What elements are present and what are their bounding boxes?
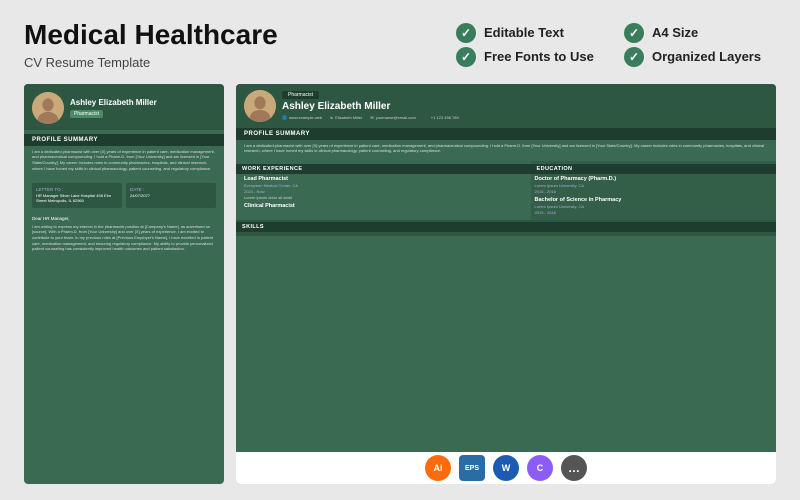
profile-text: I am a dedicated pharmacist with over [X…	[32, 149, 216, 171]
resume-left-preview: Ashley Elizabeth Miller Pharmacist PROFI…	[24, 84, 224, 484]
school-1: Lorem Ipsum University, CA	[535, 183, 768, 188]
feature-item-editable: Editable Text	[456, 23, 608, 43]
letter-to-label: LETTER TO :	[36, 187, 118, 192]
school-2: Lorem Ipsum University, CA	[535, 204, 768, 209]
page-wrapper: Medical Healthcare CV Resume Template Ed…	[0, 0, 800, 500]
degree-2: Bachelor of Science in Pharmacy	[535, 197, 768, 203]
title-block: Medical Healthcare CV Resume Template	[24, 20, 436, 70]
job-desc-1: Lorem ipsum dolor sit amet	[244, 195, 525, 200]
resume-right-preview: Pharmacist Ashley Elizabeth Miller 🌐 www…	[236, 84, 776, 484]
date-label: DATE :	[130, 187, 212, 192]
tool-illustrator: Ai	[425, 455, 451, 481]
header-section: Medical Healthcare CV Resume Template Ed…	[24, 20, 776, 70]
feature-item-fonts: Free Fonts to Use	[456, 47, 608, 67]
tool-eps: EPS	[459, 455, 485, 481]
period-1: 2015 - 2018	[535, 189, 768, 194]
skills-header: SKILLS	[236, 222, 776, 232]
work-experience-col: WORK EXPERIENCE Lead Pharmacist Evergree…	[236, 161, 531, 220]
education-title: EDUCATION	[531, 164, 776, 174]
left-resume-header: Ashley Elizabeth Miller Pharmacist	[24, 84, 224, 130]
check-icon	[456, 23, 476, 43]
feature-label: Organized Layers	[652, 49, 761, 64]
dear: Dear HR Manager,	[32, 216, 216, 222]
feature-label: Editable Text	[484, 25, 564, 40]
education-col: EDUCATION Doctor of Pharmacy (Pharm.D.) …	[531, 161, 776, 220]
letter-to-value: HR Manager Silver Lake Hospital 456 Elm …	[36, 193, 118, 203]
previews-row: Ashley Elizabeth Miller Pharmacist PROFI…	[24, 84, 776, 484]
sub-title: CV Resume Template	[24, 55, 436, 70]
contact-linkedin: in Elizabeth Miller	[330, 115, 362, 120]
profile-summary-header: PROFILE SUMMARY	[24, 134, 224, 146]
period-2: 2015 - 2018	[535, 210, 768, 215]
profile-summary-header-r: PROFILE SUMMARY	[236, 128, 776, 140]
right-resume-name: Ashley Elizabeth Miller	[282, 101, 768, 113]
contact-phone: 📞 +1 123 456 789	[424, 115, 459, 120]
avatar	[244, 90, 276, 122]
right-name-block: Pharmacist Ashley Elizabeth Miller 🌐 www…	[282, 91, 768, 120]
tool-word: W	[493, 455, 519, 481]
profile-body: I am a dedicated pharmacist with over [X…	[244, 143, 768, 154]
letter-body: Dear HR Manager, I am writing to express…	[24, 212, 224, 260]
job-title-1: Lead Pharmacist	[244, 176, 525, 182]
skills-section: SKILLS	[236, 220, 776, 236]
letter-to-box: LETTER TO : HR Manager Silver Lake Hospi…	[32, 183, 122, 207]
avatar	[32, 92, 64, 124]
main-title: Medical Healthcare	[24, 20, 436, 51]
letter-text: I am writing to express my interest in t…	[32, 224, 216, 252]
tools-section: Ai EPS W C …	[236, 452, 776, 484]
two-col-body: WORK EXPERIENCE Lead Pharmacist Evergree…	[236, 161, 776, 220]
features-grid: Editable Text A4 Size Free Fonts to Use …	[456, 23, 776, 67]
contact-web: 🌐 www.example.web	[282, 115, 322, 120]
degree-1: Doctor of Pharmacy (Pharm.D.)	[535, 176, 768, 182]
resume-name-block: Ashley Elizabeth Miller Pharmacist	[70, 98, 216, 118]
work-experience-title: WORK EXPERIENCE	[236, 164, 531, 174]
resume-name: Ashley Elizabeth Miller	[70, 98, 216, 108]
profile-text-r: I am a dedicated pharmacist with over [X…	[236, 140, 776, 161]
check-icon	[624, 47, 644, 67]
feature-label: A4 Size	[652, 25, 698, 40]
feature-item-a4: A4 Size	[624, 23, 776, 43]
feature-item-layers: Organized Layers	[624, 47, 776, 67]
resume-left-body: I am a dedicated pharmacist with over [X…	[24, 149, 224, 179]
date-box: DATE : 24/07/2077	[126, 183, 216, 207]
contact-email: ✉ yourname@email.com	[370, 115, 415, 120]
right-resume-wrapper: Pharmacist Ashley Elizabeth Miller 🌐 www…	[236, 84, 776, 484]
job-title-2: Clinical Pharmacist	[244, 203, 525, 209]
pharmacist-badge: Pharmacist	[282, 91, 319, 99]
letter-grid: LETTER TO : HR Manager Silver Lake Hospi…	[32, 183, 216, 207]
tool-canva: C	[527, 455, 553, 481]
job-period-1: 2023 - Now	[244, 189, 525, 194]
contact-row: 🌐 www.example.web in Elizabeth Miller ✉ …	[282, 115, 768, 120]
feature-label: Free Fonts to Use	[484, 49, 594, 64]
right-resume-header: Pharmacist Ashley Elizabeth Miller 🌐 www…	[236, 84, 776, 128]
check-icon	[456, 47, 476, 67]
resume-role-badge: Pharmacist	[70, 110, 103, 118]
tool-more: …	[561, 455, 587, 481]
date-value: 24/07/2077	[130, 193, 212, 198]
job-company-1: Evergreen Medical Center, CA	[244, 183, 525, 188]
check-icon	[624, 23, 644, 43]
